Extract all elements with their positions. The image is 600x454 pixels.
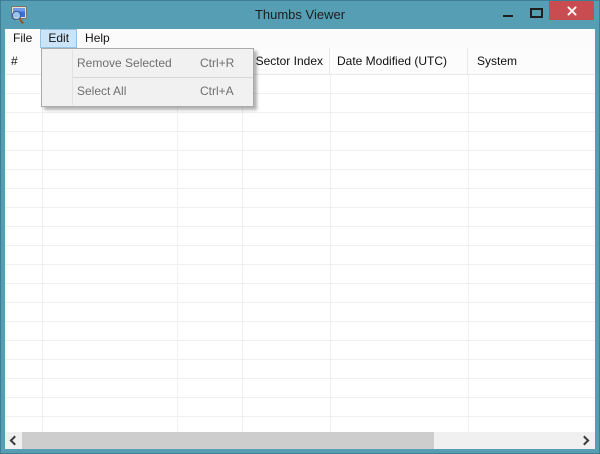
menu-help[interactable]: Help	[77, 29, 118, 48]
app-window: Thumbs Viewer File Edit Help # Sector In…	[0, 0, 600, 454]
close-button[interactable]	[549, 1, 594, 20]
menu-edit[interactable]: Edit	[40, 29, 78, 48]
grid-line-vertical	[468, 75, 469, 432]
minimize-button[interactable]	[495, 4, 521, 25]
menu-file[interactable]: File	[5, 29, 40, 48]
maximize-button[interactable]	[523, 4, 549, 25]
scroll-left-button[interactable]	[5, 432, 22, 449]
menubar: File Edit Help	[5, 29, 595, 48]
menu-item-remove-selected[interactable]: Remove Selected Ctrl+R	[42, 51, 253, 76]
column-header-sector-index[interactable]: Sector Index	[242, 48, 330, 74]
maximize-icon	[529, 8, 543, 18]
edit-dropdown-menu: Remove Selected Ctrl+R Select All Ctrl+A	[41, 48, 254, 107]
menu-item-label: Remove Selected	[77, 56, 172, 70]
chevron-left-icon	[9, 435, 20, 446]
titlebar: Thumbs Viewer	[1, 1, 599, 29]
grid-line-vertical	[242, 75, 243, 432]
scrollbar-thumb[interactable]	[22, 432, 434, 449]
horizontal-scrollbar[interactable]	[5, 432, 595, 449]
close-icon	[549, 1, 594, 20]
scroll-right-button[interactable]	[578, 432, 595, 449]
column-header-date-modified[interactable]: Date Modified (UTC)	[330, 48, 468, 74]
column-header-number[interactable]: #	[5, 48, 42, 74]
grid-line-vertical	[42, 75, 43, 432]
grid-line-vertical	[177, 75, 178, 432]
menu-item-select-all[interactable]: Select All Ctrl+A	[42, 79, 253, 104]
column-header-system[interactable]: System	[468, 48, 595, 74]
menu-item-shortcut: Ctrl+R	[200, 56, 235, 70]
menu-item-label: Select All	[77, 84, 127, 98]
grid-line-vertical	[330, 75, 331, 432]
list-area[interactable]	[5, 75, 595, 432]
menu-separator	[73, 77, 253, 78]
chevron-right-icon	[579, 435, 590, 446]
minimize-icon	[503, 15, 513, 17]
menu-item-shortcut: Ctrl+A	[200, 84, 234, 98]
